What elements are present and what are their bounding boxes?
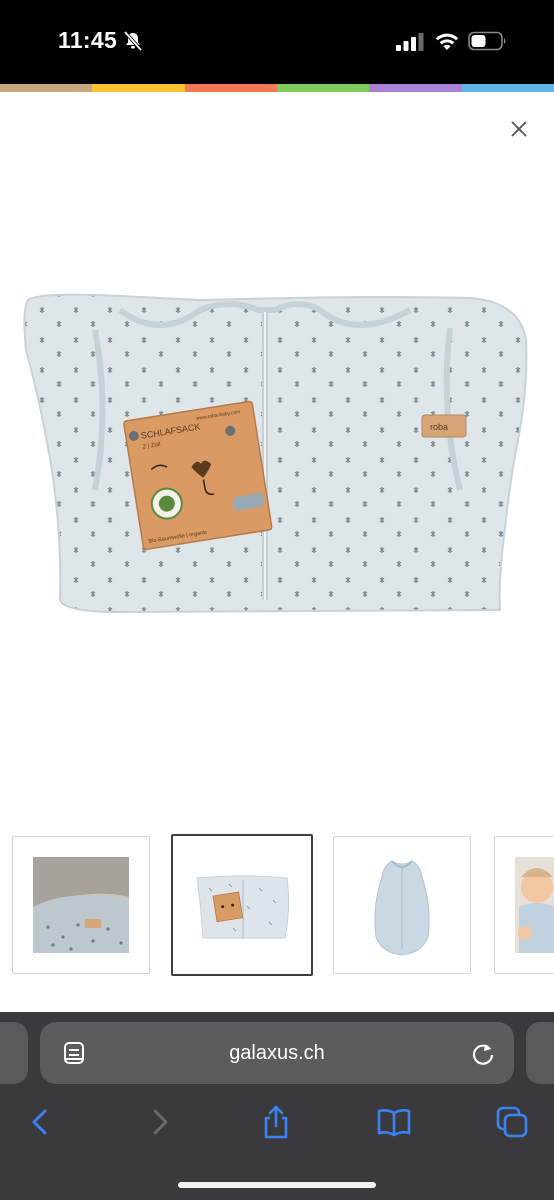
thumbnail-4-image: [515, 857, 554, 953]
thumbnail-3[interactable]: [333, 836, 471, 974]
strip-segment: [184, 84, 277, 92]
address-text[interactable]: galaxus.ch: [40, 1042, 514, 1065]
back-icon: [32, 1109, 47, 1135]
thumbnail-2-image: [196, 875, 290, 939]
close-icon: [511, 121, 527, 137]
thumbnail-4[interactable]: [494, 836, 554, 974]
status-time: 11:45: [58, 27, 118, 53]
tabs-button[interactable]: [490, 1100, 534, 1144]
strip-segment: [276, 84, 370, 92]
home-indicator: [178, 1182, 376, 1188]
bookmarks-button[interactable]: [372, 1100, 416, 1144]
tabs-icon: [496, 1106, 528, 1138]
product-main-image[interactable]: roba SCHLAFSACK 2 | Zoll www.roba-baby.c…: [0, 240, 554, 680]
strip-segment: [0, 84, 93, 92]
previous-tab-peek[interactable]: [0, 1022, 28, 1084]
back-button[interactable]: [18, 1100, 62, 1144]
forward-button[interactable]: [138, 1100, 182, 1144]
thumbnail-1-image: [33, 857, 129, 953]
next-tab-peek[interactable]: [526, 1022, 554, 1084]
close-button[interactable]: [504, 114, 534, 144]
share-button[interactable]: [254, 1100, 298, 1144]
address-bar[interactable]: galaxus.ch: [40, 1022, 514, 1084]
strip-segment: [92, 84, 185, 92]
wifi-icon: [435, 33, 459, 50]
cellular-signal-icon: [396, 33, 424, 51]
forward-icon: [153, 1109, 168, 1135]
thumbnail-2[interactable]: [171, 834, 313, 976]
brand-color-strip: [0, 84, 554, 92]
bell-slash-icon: [123, 30, 143, 52]
reload-icon[interactable]: [470, 1040, 496, 1066]
strip-segment: [369, 84, 462, 92]
status-bar: 11:45: [0, 0, 554, 84]
share-icon: [264, 1105, 288, 1139]
strip-segment: [461, 84, 554, 92]
battery-icon: [468, 31, 506, 51]
thumbnail-1[interactable]: [12, 836, 150, 974]
brand-tag-text: roba: [430, 422, 448, 432]
thumbnail-3-image: [374, 860, 430, 956]
bookmarks-icon: [377, 1109, 411, 1137]
